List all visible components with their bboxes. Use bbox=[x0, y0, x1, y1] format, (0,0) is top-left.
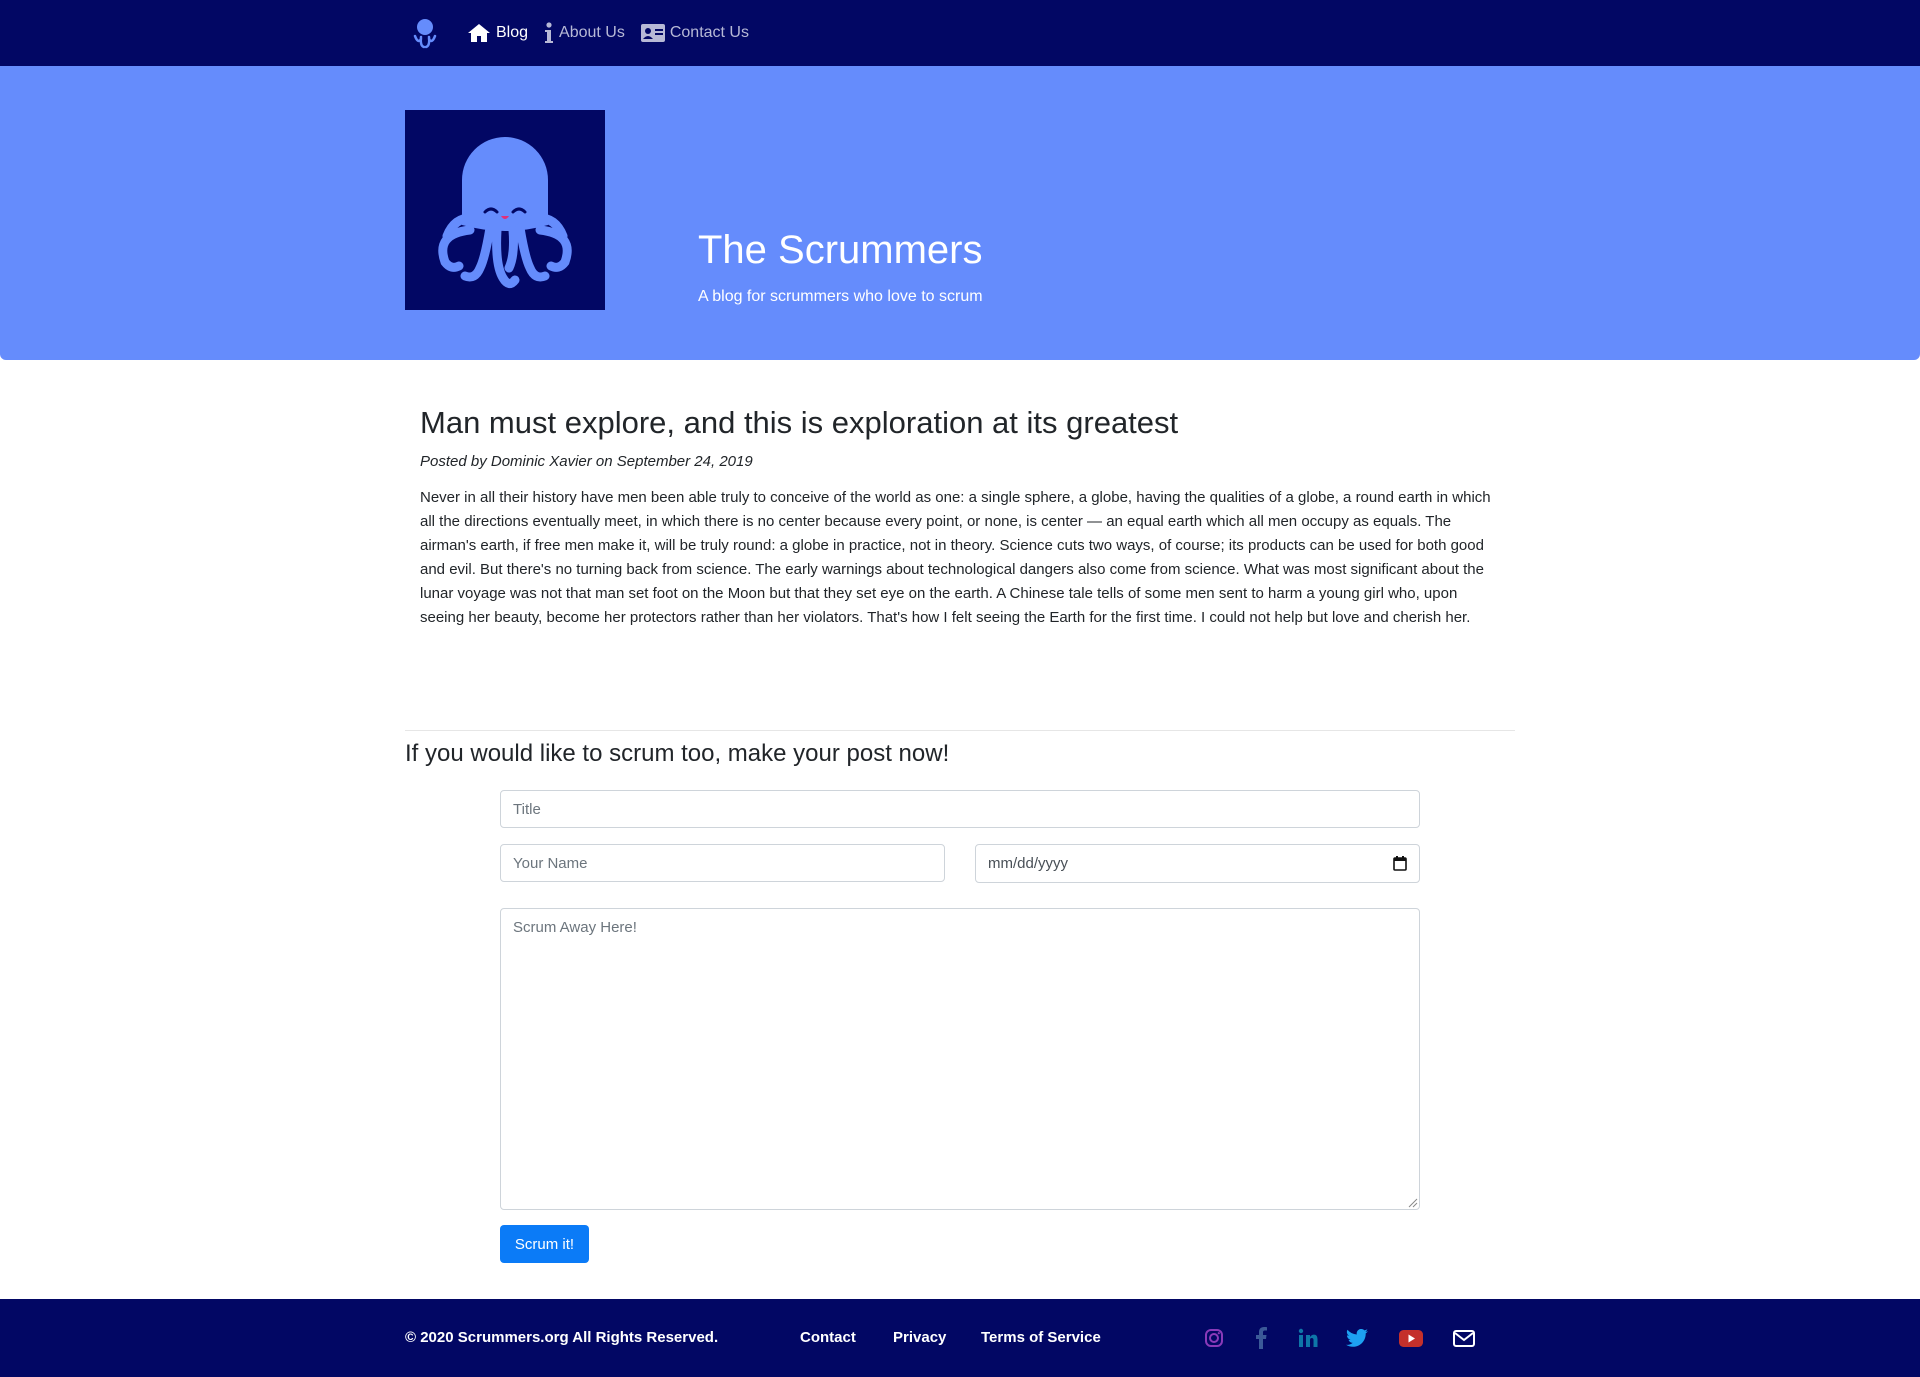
linkedin-icon[interactable] bbox=[1296, 1326, 1320, 1350]
resize-handle-icon[interactable] bbox=[1408, 1198, 1418, 1208]
twitter-icon[interactable] bbox=[1345, 1326, 1369, 1350]
post-meta: Posted by Dominic Xavier on September 24… bbox=[420, 453, 753, 470]
form-heading: If you would like to scrum too, make you… bbox=[405, 740, 950, 767]
facebook-icon[interactable] bbox=[1249, 1326, 1273, 1350]
home-icon bbox=[468, 24, 490, 42]
nav-contact-label: Contact Us bbox=[669, 24, 749, 41]
footer-link-terms[interactable]: Terms of Service bbox=[981, 1329, 1101, 1346]
navbar-inner: Blog About Us Contact Us bbox=[405, 0, 765, 66]
footer-link-contact[interactable]: Contact bbox=[800, 1329, 856, 1346]
footer-link-privacy[interactable]: Privacy bbox=[893, 1329, 946, 1346]
youtube-icon[interactable] bbox=[1399, 1326, 1423, 1350]
name-input[interactable] bbox=[500, 844, 945, 882]
section-divider bbox=[405, 730, 1515, 731]
octopus-mascot-icon bbox=[405, 110, 605, 310]
copyright-text: © 2020 Scrummers.org All Rights Reserved… bbox=[405, 1329, 719, 1346]
date-input[interactable]: mm/dd/yyyy bbox=[975, 844, 1420, 883]
calendar-icon[interactable] bbox=[1393, 856, 1407, 871]
blog-post: Man must explore, and this is exploratio… bbox=[420, 405, 1500, 630]
envelope-icon[interactable] bbox=[1452, 1326, 1476, 1350]
hero-banner: The Scrummers A blog for scrummers who l… bbox=[0, 66, 1920, 360]
nav-blog-label: Blog bbox=[496, 24, 529, 41]
nav-about-label: About Us bbox=[559, 24, 625, 41]
title-input[interactable] bbox=[500, 790, 1420, 828]
nav-contact-us[interactable]: Contact Us bbox=[640, 24, 749, 42]
instagram-icon[interactable] bbox=[1202, 1326, 1226, 1350]
address-card-icon bbox=[640, 24, 665, 42]
post-body: Never in all their history have men been… bbox=[420, 489, 1491, 626]
info-icon bbox=[545, 22, 554, 43]
date-placeholder: mm/dd/yyyy bbox=[988, 855, 1069, 872]
top-navbar: Blog About Us Contact Us bbox=[0, 0, 1920, 66]
post-body-textarea[interactable] bbox=[500, 908, 1420, 1210]
nav-about-us[interactable]: About Us bbox=[544, 22, 625, 44]
submit-post-button[interactable]: Scrum it! bbox=[500, 1225, 589, 1263]
site-footer: © 2020 Scrummers.org All Rights Reserved… bbox=[0, 1299, 1920, 1377]
site-subtitle: A blog for scrummers who love to scrum bbox=[698, 288, 983, 305]
nav-blog[interactable]: Blog bbox=[467, 23, 528, 43]
site-title: The Scrummers bbox=[698, 228, 983, 272]
octopus-logo-icon[interactable] bbox=[405, 13, 445, 53]
post-title: Man must explore, and this is exploratio… bbox=[420, 405, 1179, 440]
